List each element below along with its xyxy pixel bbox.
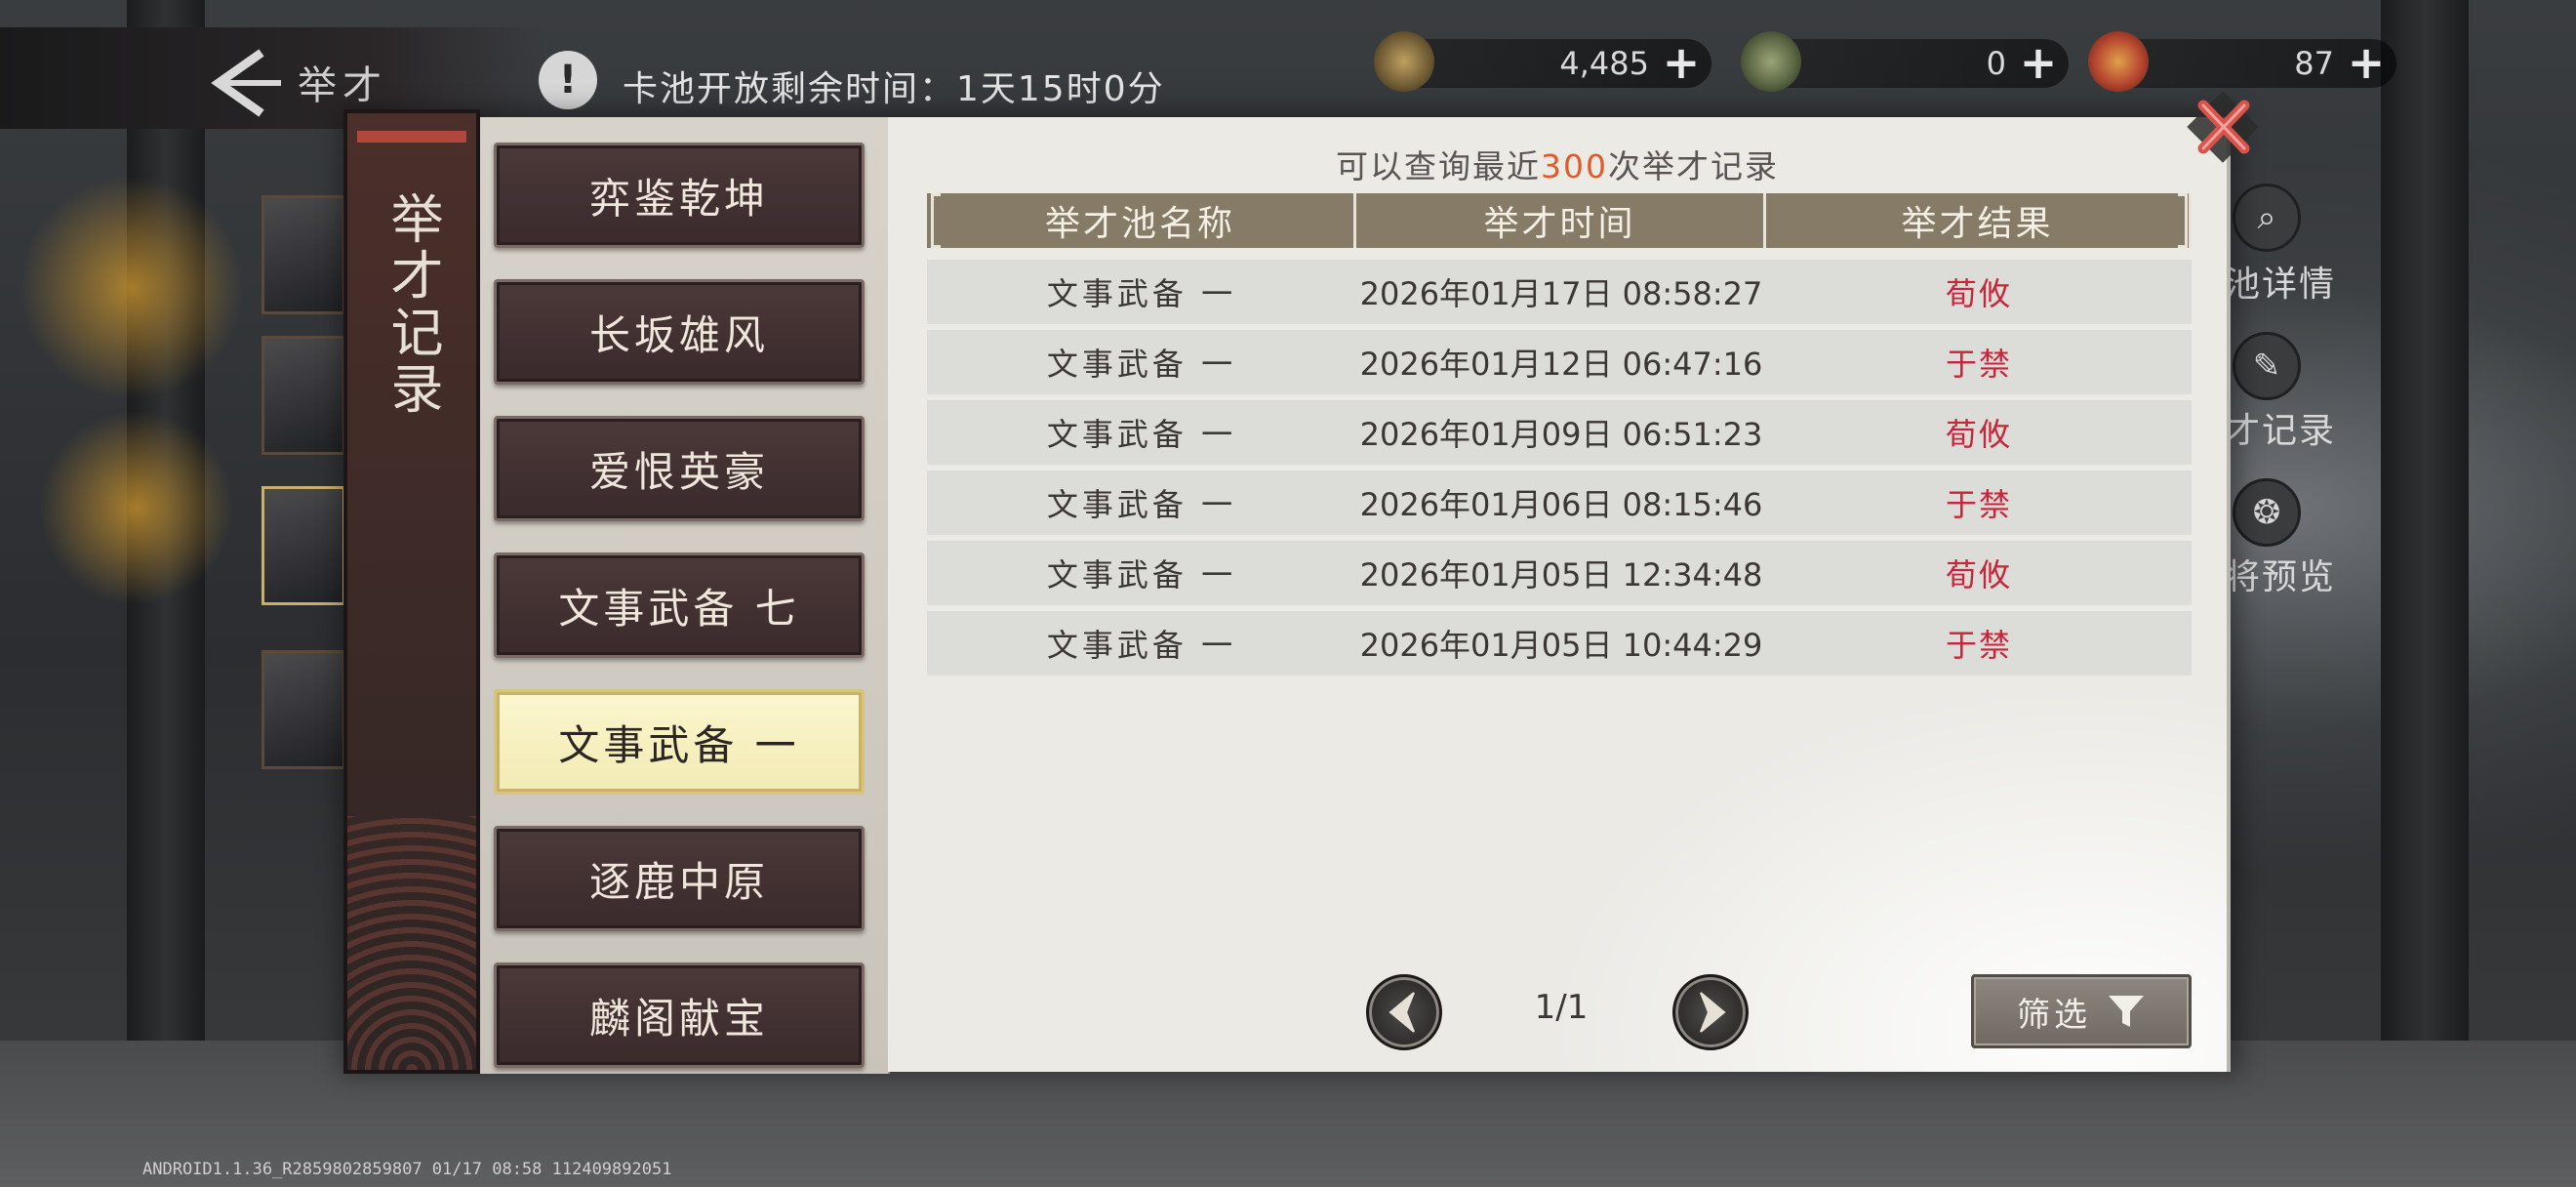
pool-tab[interactable]: 爱恨英豪 <box>494 416 865 521</box>
brush-icon: ✎ <box>2233 332 2301 400</box>
page-indicator: 1/1 <box>1534 988 1589 1027</box>
add-red-token-button[interactable]: + <box>2344 40 2389 86</box>
hero-card-thumbnail <box>262 650 345 769</box>
cell-pool: 文事武备 一 <box>1046 346 1237 383</box>
caption-suffix: 次举才记录 <box>1608 147 1779 185</box>
back-button[interactable] <box>200 44 288 122</box>
records-banner: 举才记录 <box>343 109 480 1074</box>
caption-prefix: 可以查询最近 <box>1336 147 1541 185</box>
copper-coin-icon <box>1374 31 1434 92</box>
pool-tab[interactable]: 逐鹿中原 <box>494 826 865 931</box>
cell-result: 荀攸 <box>1945 556 2012 594</box>
table-row: 文事武备 一 2026年01月05日 10:44:29 于禁 <box>927 611 2192 675</box>
jade-token-icon <box>1741 31 1801 92</box>
alert-icon[interactable]: ! <box>539 51 597 109</box>
magnifier-icon: ⌕ <box>2233 184 2301 252</box>
cell-time: 2026年01月05日 10:44:29 <box>1359 627 1763 664</box>
close-icon <box>2187 91 2259 163</box>
header-bracket <box>2178 193 2188 248</box>
cell-result: 于禁 <box>1945 346 2012 383</box>
background-pillar <box>2381 0 2469 1070</box>
table-row: 文事武备 一 2026年01月12日 06:47:16 于禁 <box>927 330 2192 394</box>
wave-pattern <box>347 816 476 1070</box>
build-info: ANDROID1.1.36_R2859802859807 01/17 08:58… <box>142 1160 672 1179</box>
blossom-decoration <box>39 410 234 605</box>
pool-tab-active[interactable]: 文事武备 一 <box>494 689 865 795</box>
cell-pool: 文事武备 一 <box>1046 416 1237 453</box>
filter-button[interactable]: 筛选 <box>1971 974 2192 1048</box>
chevron-left-icon <box>1389 992 1415 1033</box>
add-jade-button[interactable]: + <box>2016 40 2061 86</box>
prev-page-button[interactable] <box>1366 974 1442 1050</box>
currency-jade: 0 + <box>1741 31 2069 92</box>
pool-tab[interactable]: 长坂雄风 <box>494 279 865 385</box>
currency-copper: 4,485 + <box>1374 31 1711 92</box>
chevron-right-icon <box>1700 992 1726 1033</box>
records-caption: 可以查询最近300次举才记录 <box>888 141 2227 187</box>
banner-title: 举才记录 <box>382 191 443 418</box>
table-row: 文事武备 一 2026年01月17日 08:58:27 荀攸 <box>927 260 2192 324</box>
next-page-button[interactable] <box>1672 974 1749 1050</box>
currency-value: 0 <box>1986 45 2006 82</box>
column-header-pool: 举才池名称 <box>927 193 1356 248</box>
column-header-result: 举才结果 <box>1766 193 2192 248</box>
cell-time: 2026年01月05日 12:34:48 <box>1359 556 1763 594</box>
records-panel: 可以查询最近300次举才记录 举才池名称 举才时间 举才结果 文事武备 一 20… <box>888 117 2231 1072</box>
hero-preview-icon: ❂ <box>2233 478 2301 547</box>
hero-card-thumbnail <box>262 336 345 455</box>
currency-red: 87 + <box>2088 31 2396 92</box>
red-token-icon <box>2088 31 2149 92</box>
currency-value: 87 <box>2294 45 2334 82</box>
cell-pool: 文事武备 一 <box>1046 627 1237 664</box>
side-menu-label: 将预览 <box>2225 557 2337 597</box>
filter-label: 筛选 <box>2017 995 2091 1035</box>
cell-time: 2026年01月09日 06:51:23 <box>1359 416 1763 453</box>
funnel-icon <box>2109 996 2144 1027</box>
hero-card-thumbnail <box>262 195 345 314</box>
cell-result: 荀攸 <box>1945 416 2012 453</box>
cell-result: 荀攸 <box>1945 275 2012 312</box>
table-row: 文事武备 一 2026年01月06日 08:15:46 于禁 <box>927 471 2192 535</box>
pool-tab[interactable]: 弈鉴乾坤 <box>494 143 865 248</box>
back-arrow-icon <box>211 49 281 117</box>
pool-tab[interactable]: 麟阁献宝 <box>494 962 865 1068</box>
close-button[interactable] <box>2184 88 2262 166</box>
cell-time: 2026年01月17日 08:58:27 <box>1359 275 1763 312</box>
pool-tab[interactable]: 文事武备 七 <box>494 553 865 658</box>
table-row: 文事武备 一 2026年01月09日 06:51:23 荀攸 <box>927 400 2192 465</box>
cell-time: 2026年01月06日 08:15:46 <box>1359 486 1763 523</box>
side-menu-label: 才记录 <box>2225 411 2337 451</box>
cell-pool: 文事武备 一 <box>1046 556 1237 594</box>
banner-top-band <box>357 131 466 143</box>
cell-result: 于禁 <box>1945 486 2012 523</box>
blossom-decoration <box>20 176 244 400</box>
cell-result: 于禁 <box>1945 627 2012 664</box>
pool-tab-list: 弈鉴乾坤 长坂雄风 爱恨英豪 文事武备 七 文事武备 一 逐鹿中原 麟阁献宝 <box>480 117 890 1074</box>
table-header: 举才池名称 举才时间 举才结果 <box>927 193 2192 248</box>
add-copper-button[interactable]: + <box>1659 40 1704 86</box>
header-bracket <box>931 193 941 248</box>
cell-time: 2026年01月12日 06:47:16 <box>1359 346 1763 383</box>
caption-count: 300 <box>1541 147 1608 185</box>
screen-title: 举才 <box>298 63 387 108</box>
cell-pool: 文事武备 一 <box>1046 486 1237 523</box>
table-row: 文事武备 一 2026年01月05日 12:34:48 荀攸 <box>927 541 2192 605</box>
hero-card-thumbnail <box>262 486 345 605</box>
currency-value: 4,485 <box>1559 45 1649 82</box>
cell-pool: 文事武备 一 <box>1046 275 1237 312</box>
side-menu-label: 池详情 <box>2225 265 2337 305</box>
pool-countdown-text: 卡池开放剩余时间：1天15时0分 <box>623 69 1165 109</box>
column-header-time: 举才时间 <box>1356 193 1766 248</box>
